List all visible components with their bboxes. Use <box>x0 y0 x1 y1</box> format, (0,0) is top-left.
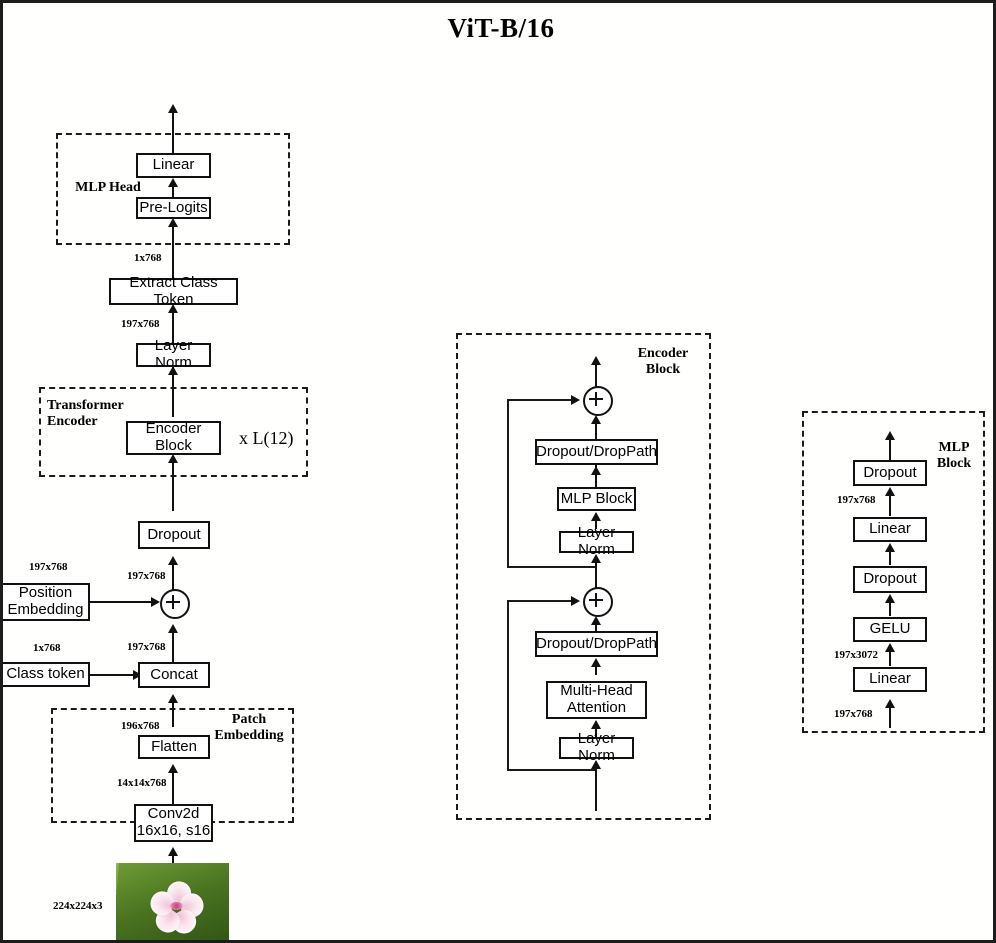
encoder-dropout-bottom-arrow <box>591 616 601 625</box>
mlpblock-dropout-to-linear-line <box>889 552 891 565</box>
dropout-to-encoder-arrow <box>168 454 178 463</box>
encoder-mha-to-dropout-arrow <box>591 658 601 667</box>
encoder-dropout-droppath-top-box[interactable]: Dropout/DropPath <box>535 439 658 465</box>
encoder-residual-top-hline-lower <box>507 566 596 568</box>
conv2d-box[interactable]: Conv2d 16x16, s16 <box>134 804 213 842</box>
input-image <box>116 863 229 940</box>
class-token-box[interactable]: Class token <box>3 662 90 687</box>
mlpblock-output-line <box>889 440 891 460</box>
mlpblock-linear-to-gelu-line <box>889 652 891 666</box>
posembed-to-add-arrow <box>151 597 160 607</box>
encoder-residual-top-hline-upper <box>507 399 572 401</box>
dim-concat-out: 197x768 <box>127 641 166 653</box>
dim-flatten-in: 196x768 <box>121 720 160 732</box>
encoder-ln-to-mlpblock-arrow <box>591 512 601 521</box>
encoder-residual-bottom-hline-lower <box>507 769 596 771</box>
encoder-mlp-block-box[interactable]: MLP Block <box>557 487 636 511</box>
dim-mlp-block-in: 197x768 <box>834 708 873 720</box>
mlpblock-dropout-to-linear-arrow <box>885 543 895 552</box>
extract-class-token-box[interactable]: Extract Class Token <box>109 274 238 307</box>
mlpblock-gelu-to-dropout-line <box>889 603 891 616</box>
output-line <box>172 113 174 155</box>
mlpblock-linear-to-dropout-line <box>889 496 891 516</box>
classtoken-to-concat-line <box>90 674 134 676</box>
encoder-mha-to-dropout-line <box>595 667 597 675</box>
flatten-to-concat-arrow <box>168 694 178 703</box>
conv-to-flatten-line <box>172 773 174 805</box>
position-add-node <box>160 589 190 619</box>
output-arrow <box>168 104 178 113</box>
encoder-lnbottom-to-mha-arrow <box>591 720 601 729</box>
encoder-residual-bottom-vline <box>507 600 509 770</box>
mlpblock-input-line <box>889 708 891 728</box>
posembed-to-add-line <box>90 601 152 603</box>
encoder-output-arrow <box>591 356 601 365</box>
mlpblock-linear-top-box[interactable]: Linear <box>853 517 927 542</box>
dim-extract-in: 197x768 <box>121 318 160 330</box>
dim-mlp-head-in: 1x768 <box>134 252 162 264</box>
encoder-residual-top-vline <box>507 399 509 567</box>
encoder-residual-top-arrow <box>571 395 580 405</box>
multi-head-attention-box[interactable]: Multi-Head Attention <box>546 681 647 719</box>
flatten-to-concat-line <box>172 703 174 727</box>
encoder-to-layernorm-line <box>172 375 174 417</box>
encoder-dropout-top-line2 <box>595 421 597 441</box>
mlpblock-linear-bottom-box[interactable]: Linear <box>853 667 927 692</box>
mlpblock-gelu-box[interactable]: GELU <box>853 617 927 642</box>
concat-box[interactable]: Concat <box>138 662 210 688</box>
concat-to-add-arrow <box>168 624 178 633</box>
encoder-input-line <box>595 769 597 811</box>
encoder-repeat-label: x L(12) <box>239 428 294 448</box>
dim-class-token: 1x768 <box>33 642 61 654</box>
concat-to-add-line <box>172 633 174 665</box>
encoder-add-bottom <box>583 587 613 617</box>
dim-add-out: 197x768 <box>127 570 166 582</box>
pre-logits-box[interactable]: Pre-Logits <box>136 197 211 219</box>
prelogits-to-linear-arrow <box>168 178 178 187</box>
main-dropout-box[interactable]: Dropout <box>138 521 210 549</box>
dim-input-image: 224x224x3 <box>53 900 103 912</box>
dropout-to-encoder-line <box>172 463 174 511</box>
encoder-residual-bottom-arrow <box>571 596 580 606</box>
mlpblock-dropout-bottom-box[interactable]: Dropout <box>853 566 927 593</box>
encoder-add-top <box>583 386 613 416</box>
position-embedding-box[interactable]: Position Embedding <box>3 583 90 621</box>
mlpblock-linear-to-gelu-arrow <box>885 643 895 652</box>
patch-embedding-label: Patch Embedding <box>214 712 284 744</box>
mlp-block-group-label: MLP Block <box>936 440 972 472</box>
mlpblock-output-arrow <box>885 431 895 440</box>
main-layer-norm-box[interactable]: Layer Norm <box>136 337 211 371</box>
add-to-dropout-arrow <box>168 556 178 565</box>
page-title: ViT-B/16 <box>447 13 555 43</box>
dim-mlp-linear-out: 197x768 <box>837 494 876 506</box>
extract-to-mlphead-line <box>172 227 174 279</box>
dim-position-embedding: 197x768 <box>29 561 68 573</box>
transformer-encoder-label: Transformer Encoder <box>47 398 124 430</box>
mlpblock-dropout-top-box[interactable]: Dropout <box>853 460 927 486</box>
encoder-residual-bottom-hline-upper <box>507 600 572 602</box>
extract-to-mlphead-arrow <box>168 218 178 227</box>
encoder-mlpblock-to-dropout-line <box>595 475 597 483</box>
mlpblock-input-arrow <box>885 699 895 708</box>
encoder-layer-norm-bottom-box[interactable]: Layer Norm <box>559 730 634 764</box>
encoder-dropout-droppath-bottom-box[interactable]: Dropout/DropPath <box>535 631 658 657</box>
encoder-mlpblock-to-dropout-arrow <box>591 466 601 475</box>
encoder-block-group-label: Encoder Block <box>637 346 689 378</box>
image-to-conv-arrow <box>168 847 178 856</box>
mlpblock-gelu-to-dropout-arrow <box>885 594 895 603</box>
encoder-dropout-top-arrow <box>591 415 601 424</box>
encoder-addbottom-to-ln-line <box>595 563 597 588</box>
flower-graphic <box>147 879 207 938</box>
mlpblock-linear-to-dropout-arrow <box>885 487 895 496</box>
mlp-head-label: MLP Head <box>75 180 141 195</box>
mlp-head-linear-box[interactable]: Linear <box>136 153 211 178</box>
encoder-layer-norm-top-box[interactable]: Layer Norm <box>559 524 634 558</box>
dim-mlp-gelu-in: 197x3072 <box>834 649 878 661</box>
flatten-box[interactable]: Flatten <box>138 735 210 759</box>
conv-to-flatten-arrow <box>168 764 178 773</box>
dim-conv-out: 14x14x768 <box>117 777 167 789</box>
diagram-canvas: ViT-B/16 MLP Head Linear Pre-Logits 1x76… <box>0 0 996 943</box>
